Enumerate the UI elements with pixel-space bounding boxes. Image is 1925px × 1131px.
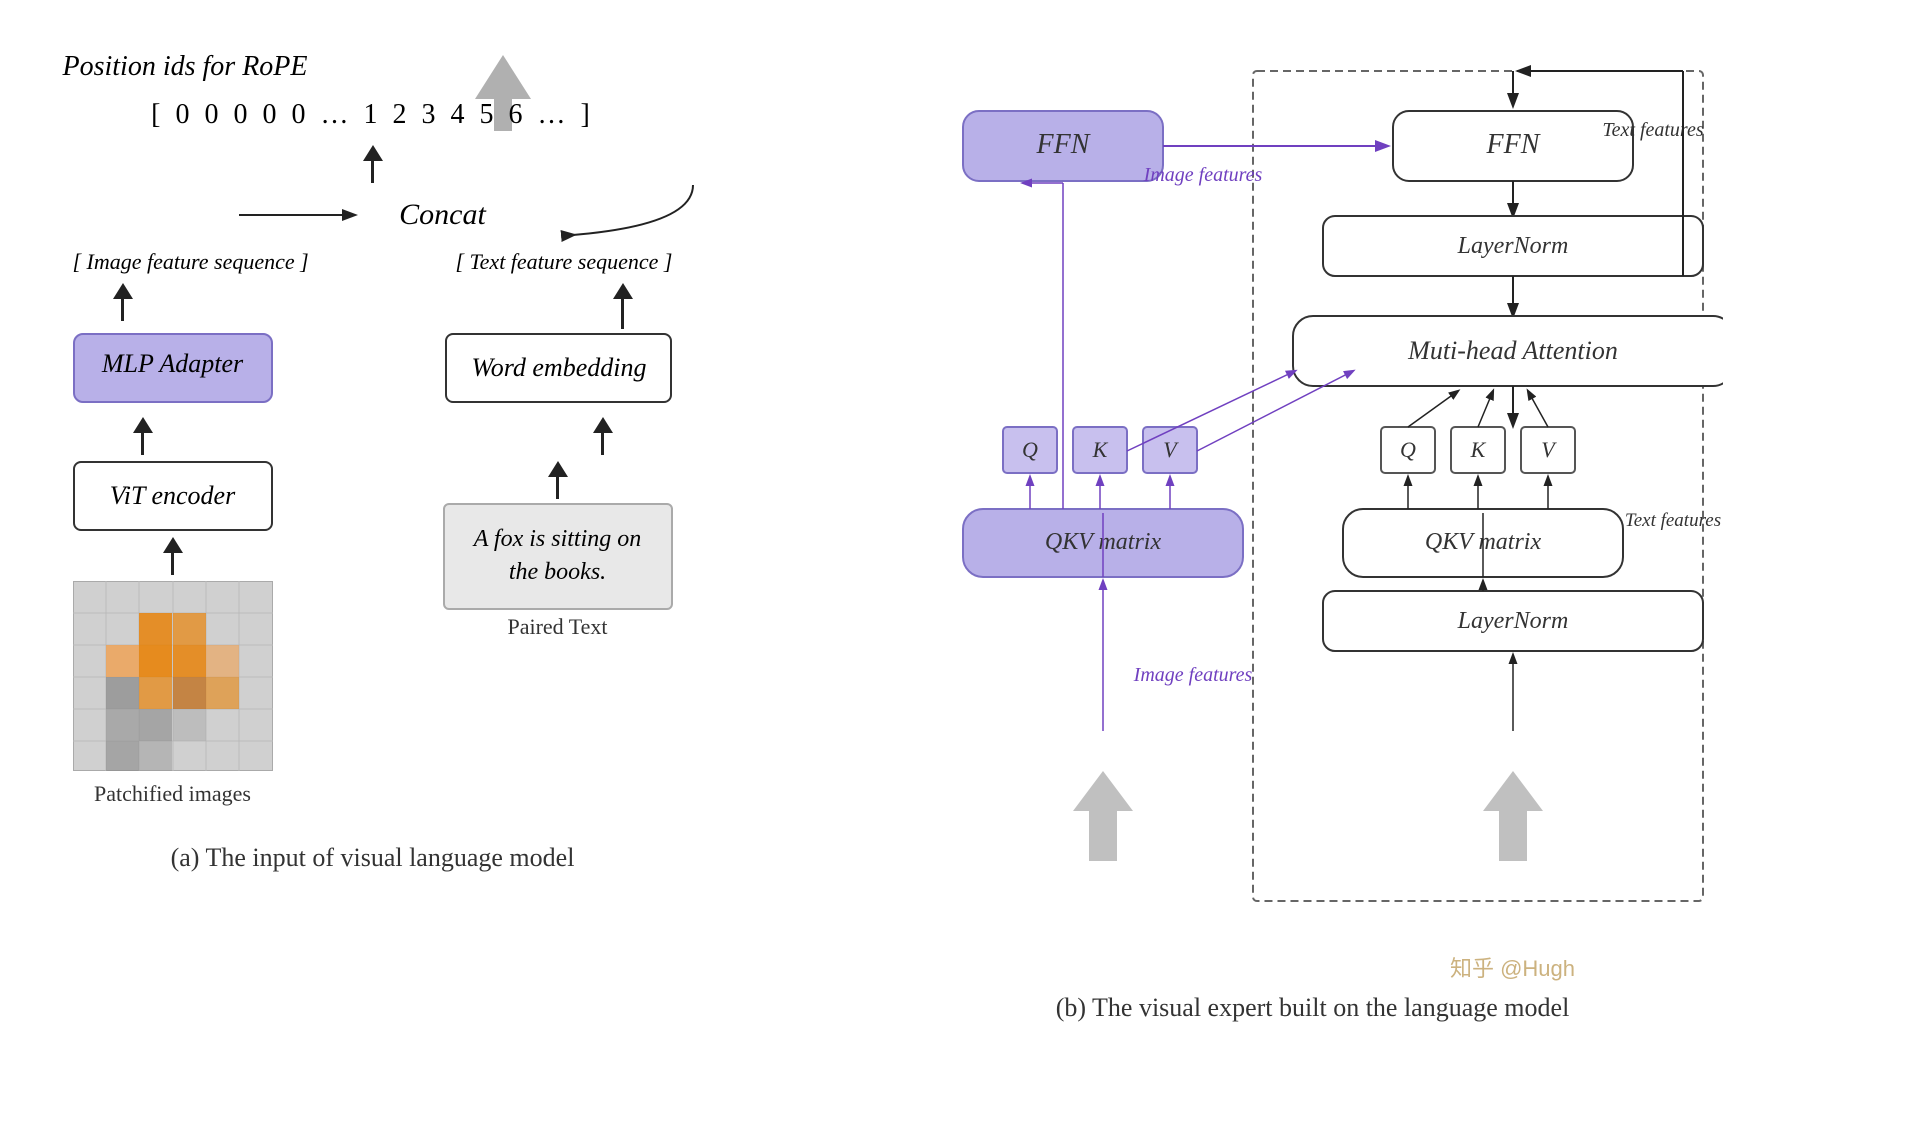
svg-text:Image features: Image features bbox=[1142, 164, 1262, 186]
svg-text:Text features: Text features bbox=[1624, 510, 1720, 531]
concat-section: Concat bbox=[53, 195, 693, 235]
right-diagram-svg: FFN FFN Image features Text features Lay… bbox=[903, 51, 1723, 1011]
position-ids-section: Position ids for RoPE [ 0 0 0 0 0 … 1 2 … bbox=[53, 51, 693, 131]
position-ids-label: Position ids for RoPE bbox=[63, 51, 308, 83]
svg-text:Q: Q bbox=[1022, 437, 1038, 462]
arrow-to-mlp bbox=[133, 417, 153, 455]
left-panel: Position ids for RoPE [ 0 0 0 0 0 … 1 2 … bbox=[53, 41, 693, 873]
position-array: [ 0 0 0 0 0 … 1 2 3 4 5 6 … ] bbox=[151, 99, 594, 131]
svg-text:LayerNorm: LayerNorm bbox=[1456, 608, 1568, 634]
svg-text:K: K bbox=[1091, 437, 1108, 462]
arrow-from-left bbox=[239, 195, 379, 235]
text-seq-label: [ Text feature sequence ] bbox=[455, 249, 672, 275]
word-embedding-box: Word embedding bbox=[445, 333, 672, 403]
right-diagram-container: FFN FFN Image features Text features Lay… bbox=[753, 51, 1873, 1011]
arrow-to-concat bbox=[363, 145, 383, 183]
arrow-to-vit bbox=[163, 537, 183, 575]
encoders-row: MLP Adapter Word embedding bbox=[53, 333, 693, 403]
svg-text:FFN: FFN bbox=[1485, 129, 1540, 160]
right-caption: (b) The visual expert built on the langu… bbox=[1056, 993, 1570, 1023]
svg-text:Text features: Text features bbox=[1602, 119, 1704, 141]
curved-arrow bbox=[493, 165, 713, 245]
patchified-caption: Patchified images bbox=[94, 781, 251, 807]
right-panel: FFN FFN Image features Text features Lay… bbox=[753, 41, 1873, 1023]
arrow-to-text-seq bbox=[613, 283, 633, 329]
svg-text:Muti-head Attention: Muti-head Attention bbox=[1407, 336, 1618, 365]
arrow-to-word bbox=[593, 417, 613, 455]
svg-text:Image features: Image features bbox=[1132, 664, 1252, 686]
main-container: Position ids for RoPE [ 0 0 0 0 0 … 1 2 … bbox=[23, 21, 1903, 1111]
text-input-box: A fox is sitting on the books. bbox=[443, 503, 673, 610]
svg-text:Q: Q bbox=[1400, 437, 1416, 462]
images-row: ViT encoder bbox=[53, 461, 693, 807]
svg-text:K: K bbox=[1469, 437, 1486, 462]
arrow-to-word2 bbox=[548, 461, 568, 499]
concat-label: Concat bbox=[399, 198, 486, 232]
paired-caption: Paired Text bbox=[507, 614, 607, 640]
seq-labels: [ Image feature sequence ] [ Text featur… bbox=[53, 249, 693, 275]
image-seq-label: [ Image feature sequence ] bbox=[73, 249, 309, 275]
left-caption: (a) The input of visual language model bbox=[171, 843, 575, 873]
vit-encoder-box: ViT encoder bbox=[73, 461, 273, 531]
watermark: 知乎 @Hugh bbox=[1450, 951, 1575, 983]
mlp-adapter-box: MLP Adapter bbox=[73, 333, 273, 403]
patchified-image bbox=[73, 581, 273, 771]
svg-text:FFN: FFN bbox=[1035, 129, 1090, 160]
arrow-to-image-seq bbox=[113, 283, 133, 329]
svg-text:LayerNorm: LayerNorm bbox=[1456, 233, 1568, 259]
